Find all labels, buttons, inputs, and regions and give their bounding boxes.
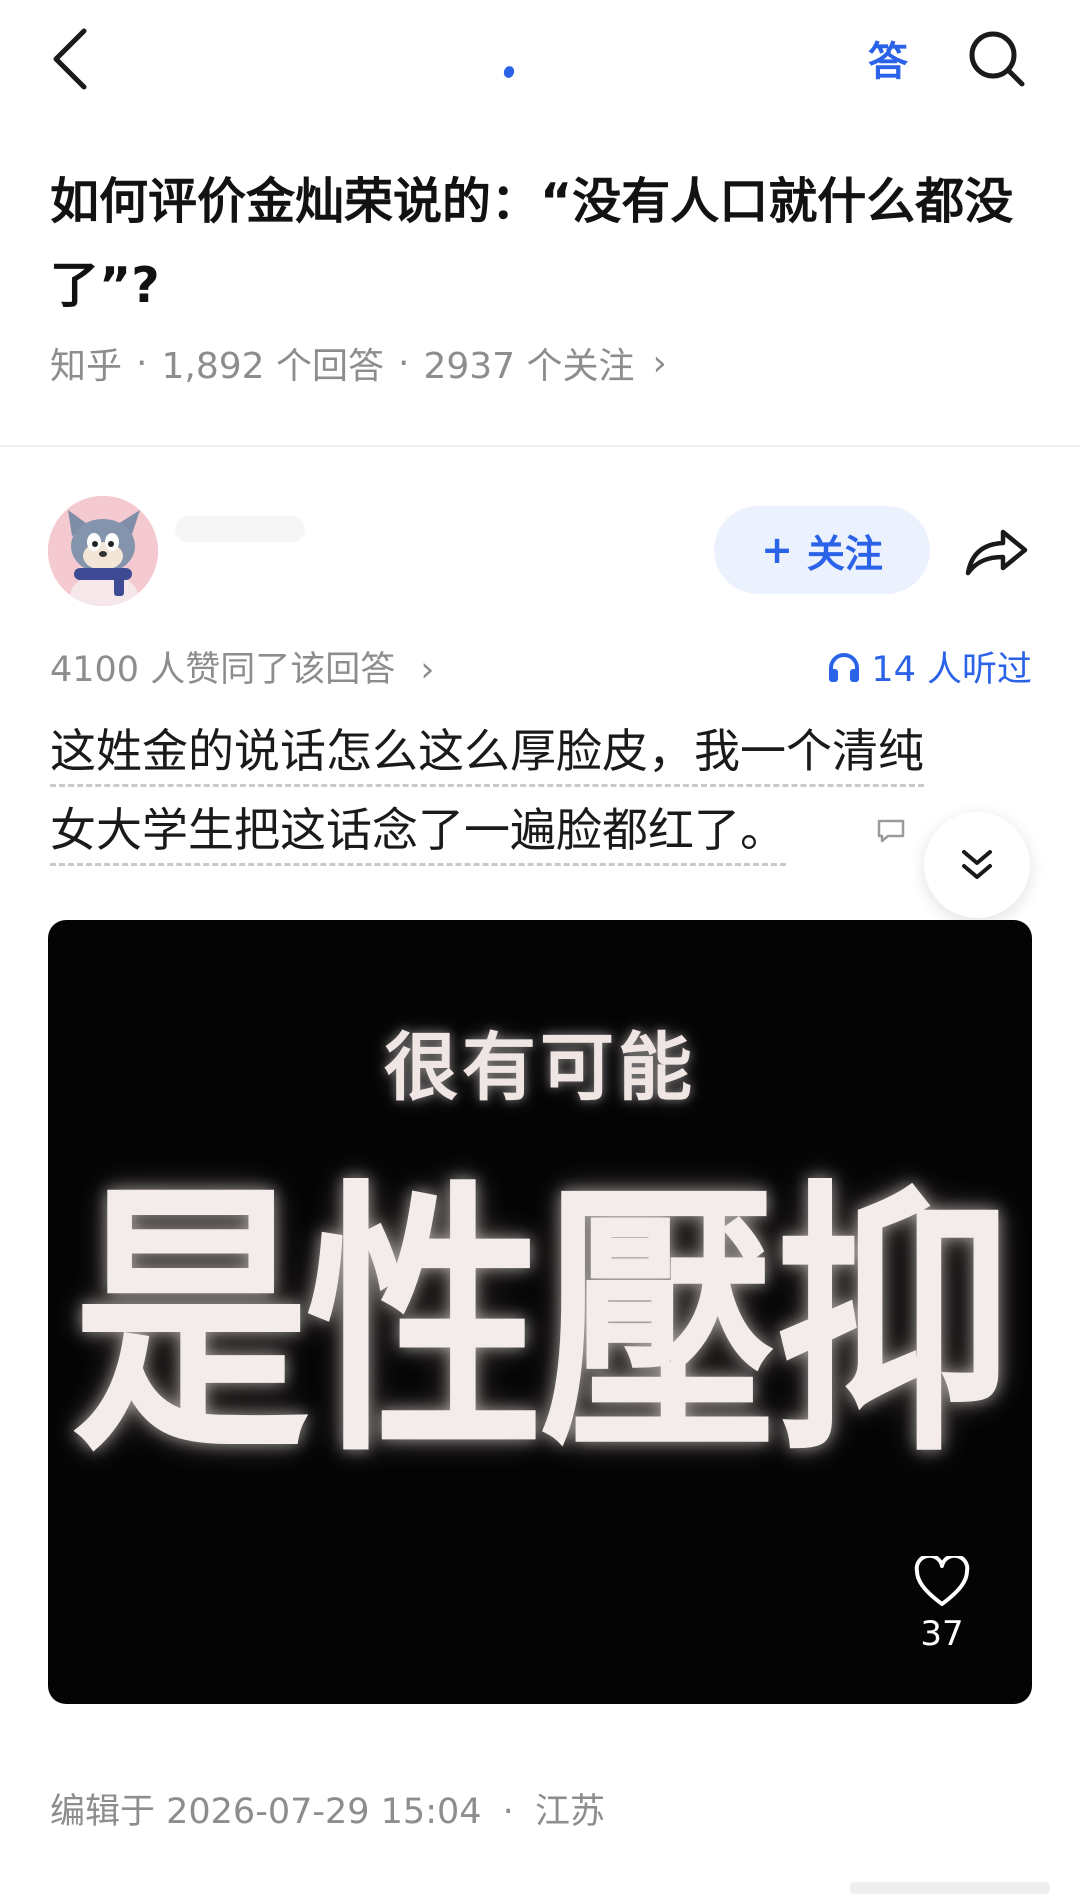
avatar[interactable] xyxy=(48,496,158,606)
double-chevron-down-icon xyxy=(962,850,992,879)
meta-separator: · xyxy=(397,342,410,384)
search-button[interactable] xyxy=(962,24,1032,94)
image-caption-small: 很有可能 xyxy=(384,1025,696,1111)
answer-line-2: 女大学生把这话念了一遍脸都红了。 xyxy=(50,803,786,866)
share-button[interactable] xyxy=(962,520,1032,584)
follow-button[interactable]: + 关注 xyxy=(714,506,930,594)
question-meta[interactable]: 知乎 · 1,892 个回答 · 2937 个关注 › xyxy=(50,337,667,389)
section-divider xyxy=(0,445,1080,447)
headphones-icon xyxy=(829,652,860,682)
expand-button[interactable] xyxy=(924,812,1030,918)
write-answer-label: 答 xyxy=(868,39,908,85)
like-count: 37 xyxy=(920,1614,964,1654)
annotation-comment-button[interactable] xyxy=(876,818,906,844)
heart-icon xyxy=(914,1556,970,1606)
answer-count: 1,892 个回答 xyxy=(161,346,384,387)
chevron-right-icon: › xyxy=(420,650,435,690)
follow-count: 2937 个关注 xyxy=(423,346,635,387)
listened-text: 14 人听过 xyxy=(871,650,1032,690)
question-source: 知乎 xyxy=(50,346,123,387)
cat-avatar-icon xyxy=(48,496,158,606)
answer-content[interactable]: 这姓金的说话怎么这么厚脸皮，我一个清纯 女大学生把这话念了一遍脸都红了。 xyxy=(50,712,1040,870)
agree-text: 4100 人赞同了该回答 xyxy=(50,650,396,690)
answer-image[interactable]: 很有可能 是性壓抑 37 xyxy=(48,920,1032,1704)
write-answer-button[interactable]: 答 xyxy=(868,28,908,88)
edited-time: 编辑于 2026-07-29 15:04 xyxy=(50,1792,482,1832)
chevron-right-icon: › xyxy=(652,342,667,384)
share-icon xyxy=(965,529,1028,576)
image-caption-big: 是性壓抑 xyxy=(72,1156,1012,1491)
watermark xyxy=(850,1882,1050,1894)
follow-label: 关注 xyxy=(806,531,883,576)
edited-location: 江苏 xyxy=(534,1792,605,1832)
back-button[interactable] xyxy=(40,22,100,96)
edit-info: 编辑于 2026-07-29 15:04 · 江苏 xyxy=(50,1783,605,1834)
question-title[interactable]: 如何评价金灿荣说的：“没有人口就什么都没了”? xyxy=(50,160,1040,328)
meta-separator: · xyxy=(136,342,148,384)
meta-separator: · xyxy=(502,1792,514,1832)
plus-icon: + xyxy=(761,528,793,572)
top-bar: 答 xyxy=(0,0,1080,120)
listen-count[interactable]: 14 人听过 xyxy=(827,641,1032,692)
back-arrow-icon xyxy=(53,28,87,90)
comment-icon xyxy=(877,819,905,843)
title-indicator-dot xyxy=(502,64,516,80)
agree-count[interactable]: 4100 人赞同了该回答 › xyxy=(50,641,434,692)
answer-line-1: 这姓金的说话怎么这么厚脸皮，我一个清纯 xyxy=(50,724,924,787)
search-icon xyxy=(969,31,1025,87)
like-button[interactable]: 37 xyxy=(902,1556,982,1654)
author-name-redacted xyxy=(175,516,305,542)
